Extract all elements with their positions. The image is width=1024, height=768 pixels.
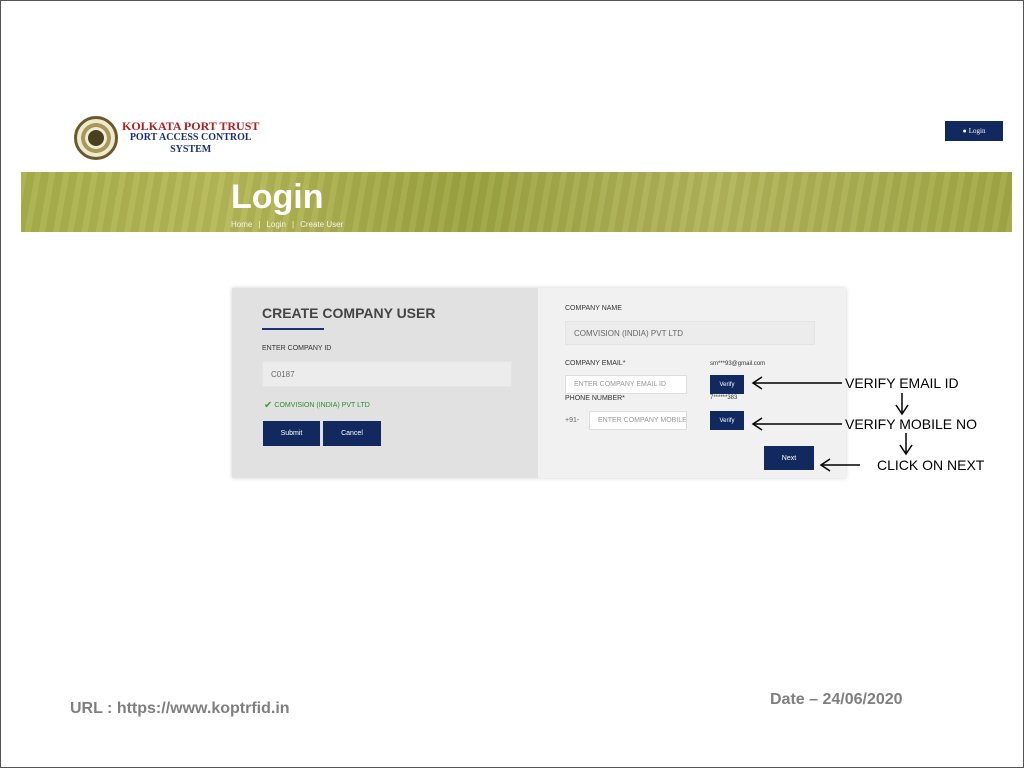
company-id-label: ENTER COMPANY ID: [262, 345, 332, 352]
verify-email-arrow-icon: [751, 376, 842, 390]
email-hint: sm***93@gmail.com: [710, 361, 766, 367]
company-email-label: COMPANY EMAIL*: [565, 360, 626, 367]
breadcrumb: Home | Login | Create User: [231, 220, 343, 229]
verify-phone-button[interactable]: Verify: [710, 411, 744, 430]
logo-line-2: PORT ACCESS CONTROL: [129, 132, 252, 143]
footer-date: Date – 24/06/2020: [770, 691, 903, 708]
title-underline: [262, 328, 324, 330]
down-arrow-icon: [895, 393, 909, 416]
company-name-field: COMVISION (INDIA) PVT LTD: [565, 321, 815, 345]
check-icon: ✔: [264, 400, 273, 411]
submit-button[interactable]: Submit: [263, 421, 320, 446]
form-title: CREATE COMPANY USER: [262, 305, 436, 321]
company-id-input[interactable]: C0187: [262, 361, 512, 387]
header-login-label: Login: [968, 127, 986, 135]
verify-mobile-arrow-icon: [751, 417, 842, 431]
breadcrumb-home[interactable]: Home: [231, 220, 252, 229]
phone-prefix: +91-: [565, 417, 580, 424]
breadcrumb-separator: |: [258, 220, 261, 229]
click-next-note: CLICK ON NEXT: [877, 457, 985, 473]
breadcrumb-separator: |: [292, 220, 295, 229]
footer-url: URL : https://www.koptrfid.in: [70, 700, 290, 717]
header-login-button[interactable]: ● Login: [945, 121, 1003, 141]
company-email-input[interactable]: ENTER COMPANY EMAIL ID: [565, 375, 687, 394]
validation-text: COMVISION (INDIA) PVT LTD: [274, 402, 370, 409]
verify-mobile-note: VERIFY MOBILE NO: [845, 416, 977, 432]
page-title: Login: [231, 178, 324, 216]
page-banner: Login Home | Login | Create User: [21, 172, 1012, 232]
breadcrumb-create-user: Create User: [300, 220, 344, 229]
company-name-label: COMPANY NAME: [565, 305, 622, 312]
company-id-panel: CREATE COMPANY USER ENTER COMPANY ID C01…: [232, 288, 538, 478]
click-next-arrow-icon: [819, 458, 860, 472]
next-button[interactable]: Next: [764, 446, 814, 470]
user-icon: ●: [962, 127, 967, 135]
down-arrow-icon: [899, 433, 913, 456]
logo-line-3: SYSTEM: [170, 144, 212, 155]
phone-hint: 7******383: [710, 395, 738, 401]
phone-number-input[interactable]: ENTER COMPANY MOBILE: [589, 411, 687, 430]
verify-email-note: VERIFY EMAIL ID: [845, 375, 959, 391]
logo-line-1: KOLKATA PORT TRUST: [122, 119, 260, 133]
phone-number-label: PHONE NUMBER*: [565, 395, 625, 402]
logo-text: KOLKATA PORT TRUST PORT ACCESS CONTROL S…: [122, 120, 259, 156]
breadcrumb-login[interactable]: Login: [266, 220, 286, 229]
port-trust-seal-icon: [74, 116, 118, 160]
cancel-button[interactable]: Cancel: [323, 421, 381, 446]
verify-email-button[interactable]: Verify: [710, 375, 744, 394]
site-logo[interactable]: KOLKATA PORT TRUST PORT ACCESS CONTROL S…: [74, 116, 259, 160]
company-validation-message: ✔ COMVISION (INDIA) PVT LTD: [264, 400, 370, 411]
